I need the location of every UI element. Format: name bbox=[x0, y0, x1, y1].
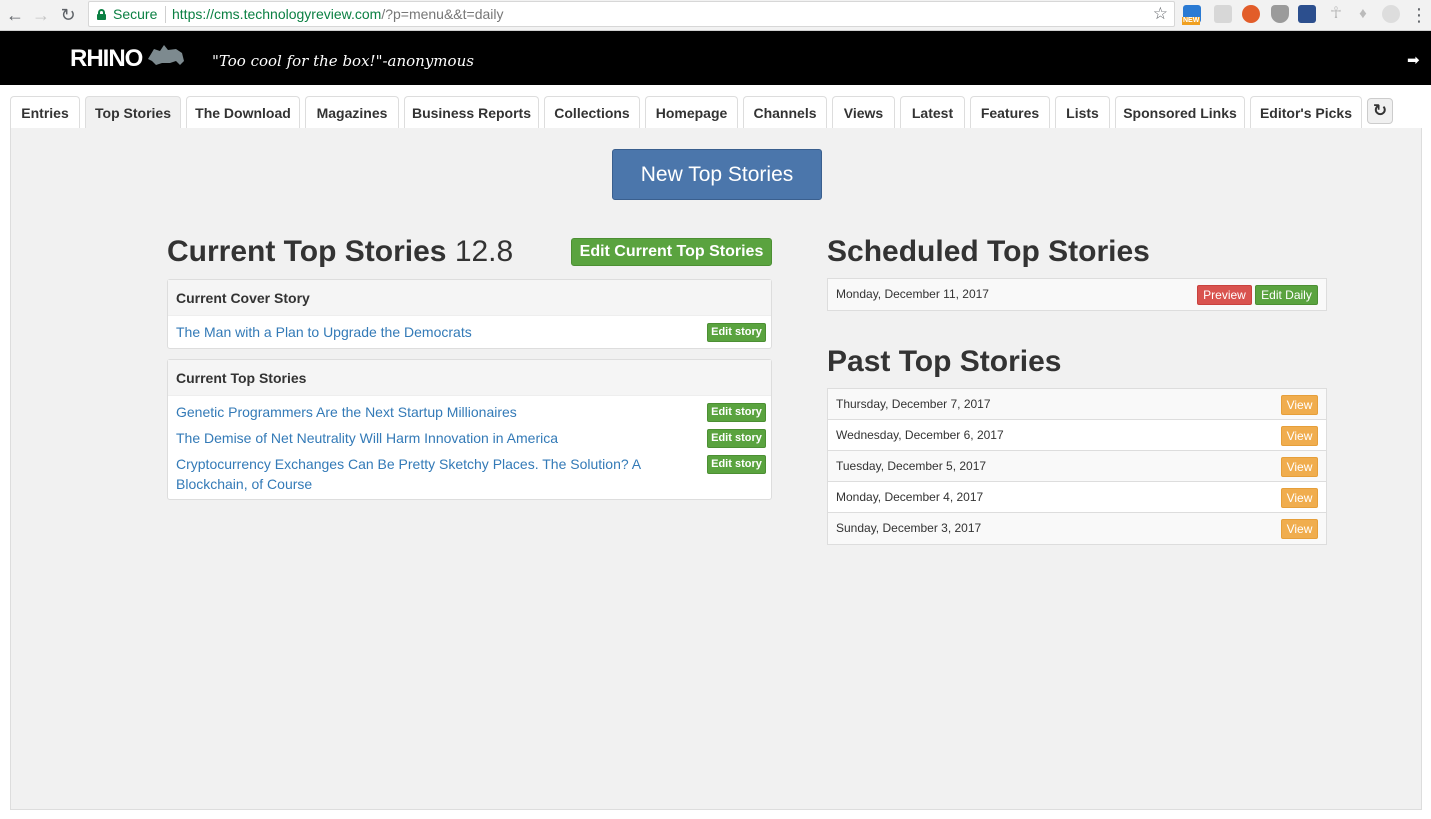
past-date: Thursday, December 7, 2017 bbox=[836, 397, 991, 411]
past-date: Monday, December 4, 2017 bbox=[836, 490, 984, 504]
extension-shield-icon[interactable] bbox=[1271, 5, 1289, 23]
address-bar[interactable]: Secure https://cms.technologyreview.com/… bbox=[88, 1, 1175, 27]
current-top-stories-heading: Current Top Stories 12.8 bbox=[167, 235, 513, 269]
main-panel: New Top Stories Current Top Stories 12.8… bbox=[10, 128, 1422, 810]
top-stories-heading: Current Top Stories bbox=[168, 360, 771, 396]
tagline: "Too cool for the box!"-anonymous bbox=[212, 52, 474, 70]
scheduled-list: Monday, December 11, 2017 Preview Edit D… bbox=[827, 278, 1327, 311]
lock-icon bbox=[97, 9, 106, 20]
new-top-stories-button[interactable]: New Top Stories bbox=[612, 149, 822, 200]
story-link-3[interactable]: Cryptocurrency Exchanges Can Be Pretty S… bbox=[176, 454, 641, 474]
past-date: Wednesday, December 6, 2017 bbox=[836, 428, 1004, 442]
url-path: /?p=menu&&t=daily bbox=[381, 6, 504, 22]
extension-new-badge: NEW bbox=[1182, 17, 1201, 25]
extension-cookie-icon[interactable] bbox=[1242, 5, 1260, 23]
edit-story-button-3[interactable]: Edit story bbox=[707, 455, 766, 474]
url-host: https://cms.technologyreview.com bbox=[172, 6, 382, 22]
past-row: Tuesday, December 5, 2017 View bbox=[828, 451, 1326, 482]
extension-book-icon[interactable] bbox=[1298, 5, 1316, 23]
edit-story-button-2[interactable]: Edit story bbox=[707, 429, 766, 448]
sign-out-icon[interactable]: ➡ bbox=[1407, 51, 1423, 69]
story-link-2[interactable]: The Demise of Net Neutrality Will Harm I… bbox=[176, 428, 558, 448]
url-divider bbox=[165, 6, 166, 23]
cover-story-heading: Current Cover Story bbox=[168, 280, 771, 316]
forward-icon[interactable]: → bbox=[30, 4, 52, 26]
scheduled-top-stories-heading: Scheduled Top Stories bbox=[827, 235, 1150, 268]
tab-lists[interactable]: Lists bbox=[1055, 96, 1110, 128]
current-version: 12.8 bbox=[454, 235, 514, 268]
cover-story-link[interactable]: The Man with a Plan to Upgrade the Democ… bbox=[176, 322, 472, 342]
past-date: Tuesday, December 5, 2017 bbox=[836, 459, 987, 473]
past-row: Monday, December 4, 2017 View bbox=[828, 482, 1326, 513]
tab-magazines[interactable]: Magazines bbox=[305, 96, 399, 128]
tab-homepage[interactable]: Homepage bbox=[645, 96, 738, 128]
view-button[interactable]: View bbox=[1281, 488, 1318, 508]
tab-editors-picks[interactable]: Editor's Picks bbox=[1250, 96, 1362, 128]
story-link-3-continued[interactable]: Blockchain, of Course bbox=[176, 474, 312, 494]
past-top-stories-heading: Past Top Stories bbox=[827, 345, 1062, 378]
past-row: Sunday, December 3, 2017 View bbox=[828, 513, 1326, 544]
edit-cover-story-button[interactable]: Edit story bbox=[707, 323, 766, 342]
scheduled-date: Monday, December 11, 2017 bbox=[836, 287, 989, 301]
tab-the-download[interactable]: The Download bbox=[186, 96, 300, 128]
extension-gray-icon[interactable] bbox=[1214, 5, 1232, 23]
tab-business-reports[interactable]: Business Reports bbox=[404, 96, 539, 128]
extension-new-icon[interactable]: NEW bbox=[1182, 5, 1201, 25]
logo[interactable]: RHINO bbox=[70, 45, 143, 73]
past-row: Wednesday, December 6, 2017 View bbox=[828, 420, 1326, 451]
edit-story-button-1[interactable]: Edit story bbox=[707, 403, 766, 422]
tab-views[interactable]: Views bbox=[832, 96, 895, 128]
extension-ethereum-icon[interactable]: ♦ bbox=[1354, 5, 1372, 23]
view-button[interactable]: View bbox=[1281, 519, 1318, 539]
secure-label: Secure bbox=[113, 6, 158, 22]
tab-channels[interactable]: Channels bbox=[743, 96, 827, 128]
refresh-icon[interactable]: ↻ bbox=[1367, 98, 1393, 124]
past-list: Thursday, December 7, 2017 View Wednesda… bbox=[827, 388, 1327, 545]
view-button[interactable]: View bbox=[1281, 457, 1318, 477]
rhino-logo-icon bbox=[148, 45, 184, 65]
edit-current-top-stories-button[interactable]: Edit Current Top Stories bbox=[571, 238, 772, 266]
extension-ankh-icon[interactable]: ☥ bbox=[1327, 5, 1345, 23]
past-row: Thursday, December 7, 2017 View bbox=[828, 389, 1326, 420]
edit-daily-button[interactable]: Edit Daily bbox=[1255, 285, 1318, 305]
cover-story-box: Current Cover Story The Man with a Plan … bbox=[167, 279, 772, 349]
past-date: Sunday, December 3, 2017 bbox=[836, 521, 982, 535]
browser-menu-icon[interactable]: ⋮ bbox=[1410, 4, 1428, 26]
tab-entries[interactable]: Entries bbox=[10, 96, 80, 128]
view-button[interactable]: View bbox=[1281, 395, 1318, 415]
tab-collections[interactable]: Collections bbox=[544, 96, 640, 128]
reload-icon[interactable]: ↻ bbox=[57, 4, 79, 26]
story-link-1[interactable]: Genetic Programmers Are the Next Startup… bbox=[176, 402, 517, 422]
bookmark-star-icon[interactable]: ☆ bbox=[1153, 4, 1168, 24]
extension-react-icon[interactable] bbox=[1382, 5, 1400, 23]
tab-features[interactable]: Features bbox=[970, 96, 1050, 128]
tab-sponsored-links[interactable]: Sponsored Links bbox=[1115, 96, 1245, 128]
url-text[interactable]: https://cms.technologyreview.com/?p=menu… bbox=[172, 6, 504, 22]
tab-top-stories[interactable]: Top Stories bbox=[85, 96, 181, 128]
preview-button[interactable]: Preview bbox=[1197, 285, 1252, 305]
view-button[interactable]: View bbox=[1281, 426, 1318, 446]
browser-toolbar: ← → ↻ Secure https://cms.technologyrevie… bbox=[0, 0, 1431, 31]
top-stories-box: Current Top Stories Genetic Programmers … bbox=[167, 359, 772, 500]
app-header: RHINO "Too cool for the box!"-anonymous … bbox=[0, 31, 1431, 85]
back-icon[interactable]: ← bbox=[4, 4, 26, 26]
tab-latest[interactable]: Latest bbox=[900, 96, 965, 128]
current-title: Current Top Stories bbox=[167, 235, 447, 268]
scheduled-row: Monday, December 11, 2017 Preview Edit D… bbox=[828, 279, 1326, 310]
